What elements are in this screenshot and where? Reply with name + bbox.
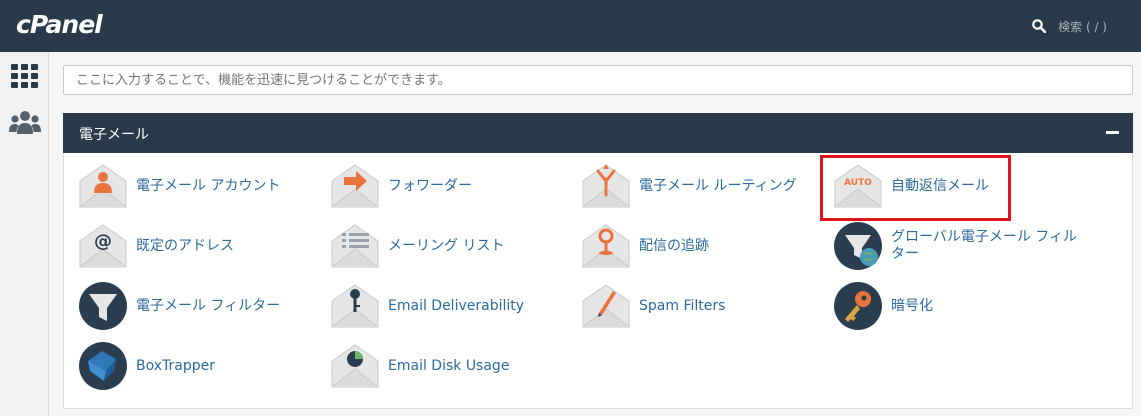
item-encryption[interactable]: 暗号化 [833, 281, 933, 331]
search-icon [1032, 19, 1047, 33]
header-search-label: 検索 ( / ) [1058, 19, 1107, 34]
item-default-address[interactable]: @ 既定のアドレス [78, 221, 234, 271]
item-email-routing[interactable]: 電子メール ルーティング [581, 161, 797, 211]
delivery-tracking-icon [582, 224, 630, 268]
spam-filters-icon [582, 284, 630, 328]
item-email-disk-usage[interactable]: Email Disk Usage [330, 341, 509, 391]
left-sidebar [0, 52, 49, 416]
boxtrapper-icon [79, 342, 127, 390]
item-label: 既定のアドレス [136, 237, 234, 254]
svg-text:@: @ [94, 231, 112, 252]
cpanel-logo[interactable]: cPanel [16, 10, 103, 39]
highlight-box [820, 155, 1011, 221]
forwarder-icon [331, 164, 379, 208]
item-label: BoxTrapper [136, 357, 215, 374]
default-address-icon: @ [79, 224, 127, 268]
item-label: Email Disk Usage [388, 357, 510, 374]
item-spam-filters[interactable]: Spam Filters [581, 281, 725, 331]
item-boxtrapper[interactable]: BoxTrapper [78, 341, 215, 391]
item-label: 電子メール アカウント [136, 177, 281, 194]
mailing-list-icon [331, 224, 379, 268]
item-label: グローバル電子メール フィルター [891, 229, 1078, 262]
item-email-deliverability[interactable]: Email Deliverability [330, 281, 524, 331]
item-label: Email Deliverability [388, 297, 525, 314]
item-track-delivery[interactable]: 配信の追跡 [581, 221, 709, 271]
top-bar: cPanel 検索 ( / ) [0, 0, 1141, 52]
panel-header[interactable]: 電子メール [63, 113, 1133, 153]
item-label: 電子メール フィルター [136, 297, 281, 314]
email-deliverability-icon [331, 284, 379, 328]
item-mailing-lists[interactable]: メーリング リスト [330, 221, 504, 271]
item-email-filters[interactable]: 電子メール フィルター [78, 281, 280, 331]
email-disk-usage-icon [331, 344, 379, 388]
item-label: フォワーダー [388, 177, 472, 194]
item-label: 暗号化 [891, 297, 933, 314]
item-forwarders[interactable]: フォワーダー [330, 161, 472, 211]
item-label: Spam Filters [639, 297, 726, 314]
item-label: メーリング リスト [388, 237, 505, 254]
feature-search-input[interactable] [63, 65, 1133, 95]
header-search[interactable]: 検索 ( / ) [1032, 16, 1107, 36]
email-filter-icon [79, 282, 127, 330]
item-label: 配信の追跡 [639, 237, 709, 254]
main-content: 電子メール 電子メール アカウント フォワーダー [49, 52, 1141, 416]
global-filter-icon [834, 222, 882, 270]
item-global-email-filters[interactable]: グローバル電子メール フィルター [833, 221, 1093, 271]
panel-title: 電子メール [79, 127, 149, 143]
minus-icon[interactable] [1106, 131, 1119, 134]
users-icon[interactable] [9, 110, 41, 136]
item-email-accounts[interactable]: 電子メール アカウント [78, 161, 280, 211]
email-routing-icon [582, 164, 630, 208]
encryption-icon [834, 282, 882, 330]
item-label: 電子メール ルーティング [639, 177, 797, 194]
grid-icon[interactable] [11, 64, 38, 88]
email-account-icon [79, 164, 127, 208]
